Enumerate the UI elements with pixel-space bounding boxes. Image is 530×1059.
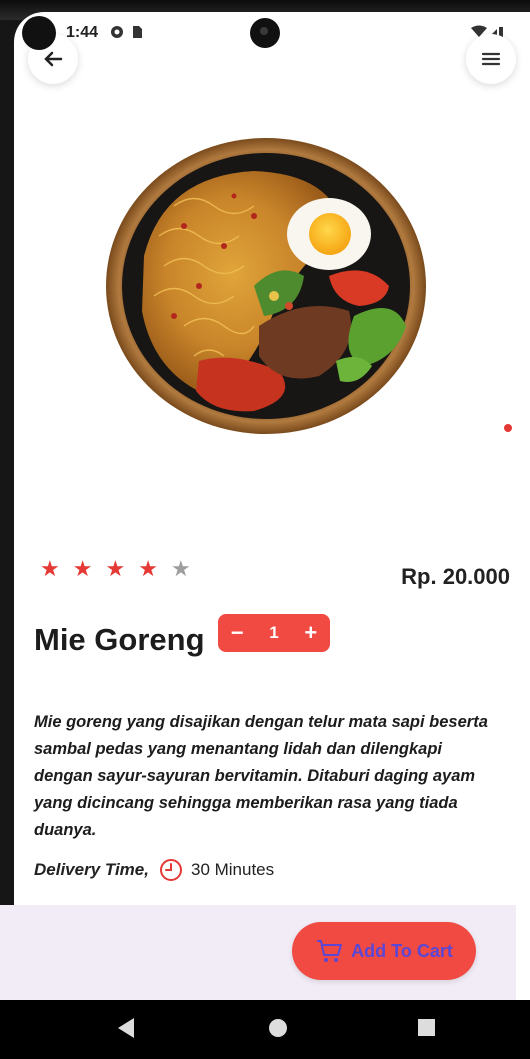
system-nav-bar: [0, 1000, 530, 1059]
star-icon: ★: [138, 556, 158, 581]
nav-recent-icon[interactable]: [418, 1019, 435, 1036]
clock-icon: [159, 859, 182, 881]
star-icon: ★: [72, 556, 93, 581]
status-indicator: [22, 16, 56, 50]
add-to-cart-label: Add To Cart: [351, 940, 453, 961]
menu-icon: [481, 52, 501, 66]
back-arrow-icon: [44, 51, 63, 67]
food-image: [106, 138, 426, 434]
status-time: 1:44: [66, 24, 99, 41]
star-icon: ★: [40, 556, 60, 581]
decrease-quantity-button[interactable]: −: [231, 620, 244, 646]
star-icon: ★: [170, 556, 191, 581]
nav-home-icon[interactable]: [269, 1019, 287, 1037]
front-camera: [250, 18, 280, 48]
product-description: Mie goreng yang disajikan dengan telur m…: [34, 712, 488, 839]
increase-quantity-button[interactable]: +: [304, 620, 317, 646]
quantity-value: 1: [269, 623, 279, 642]
rating-stars: ★ ★ ★ ★ ★: [40, 558, 191, 580]
cart-icon: [317, 940, 343, 962]
star-icon: ★: [105, 556, 126, 581]
delivery-info: Delivery Time, 30 Minutes: [34, 858, 274, 882]
nav-back-icon[interactable]: [118, 1018, 134, 1038]
device-frame: 1:44 ★ ★ ★ ★ ★ Rp. 20.000 Mie Goreng − 1…: [0, 0, 530, 1059]
sim-card-icon: [133, 26, 142, 38]
menu-button[interactable]: [466, 34, 516, 84]
delivery-time-value: 30 Minutes: [190, 860, 275, 879]
quantity-stepper: − 1 +: [218, 614, 330, 652]
settings-status-icon: [111, 26, 123, 38]
add-to-cart-button[interactable]: Add To Cart: [292, 922, 476, 980]
delivery-label: Delivery Time,: [34, 860, 149, 879]
product-title: Mie Goreng: [34, 622, 205, 657]
page-indicator-dot: [504, 424, 512, 432]
product-price: Rp. 20.000: [401, 564, 510, 589]
